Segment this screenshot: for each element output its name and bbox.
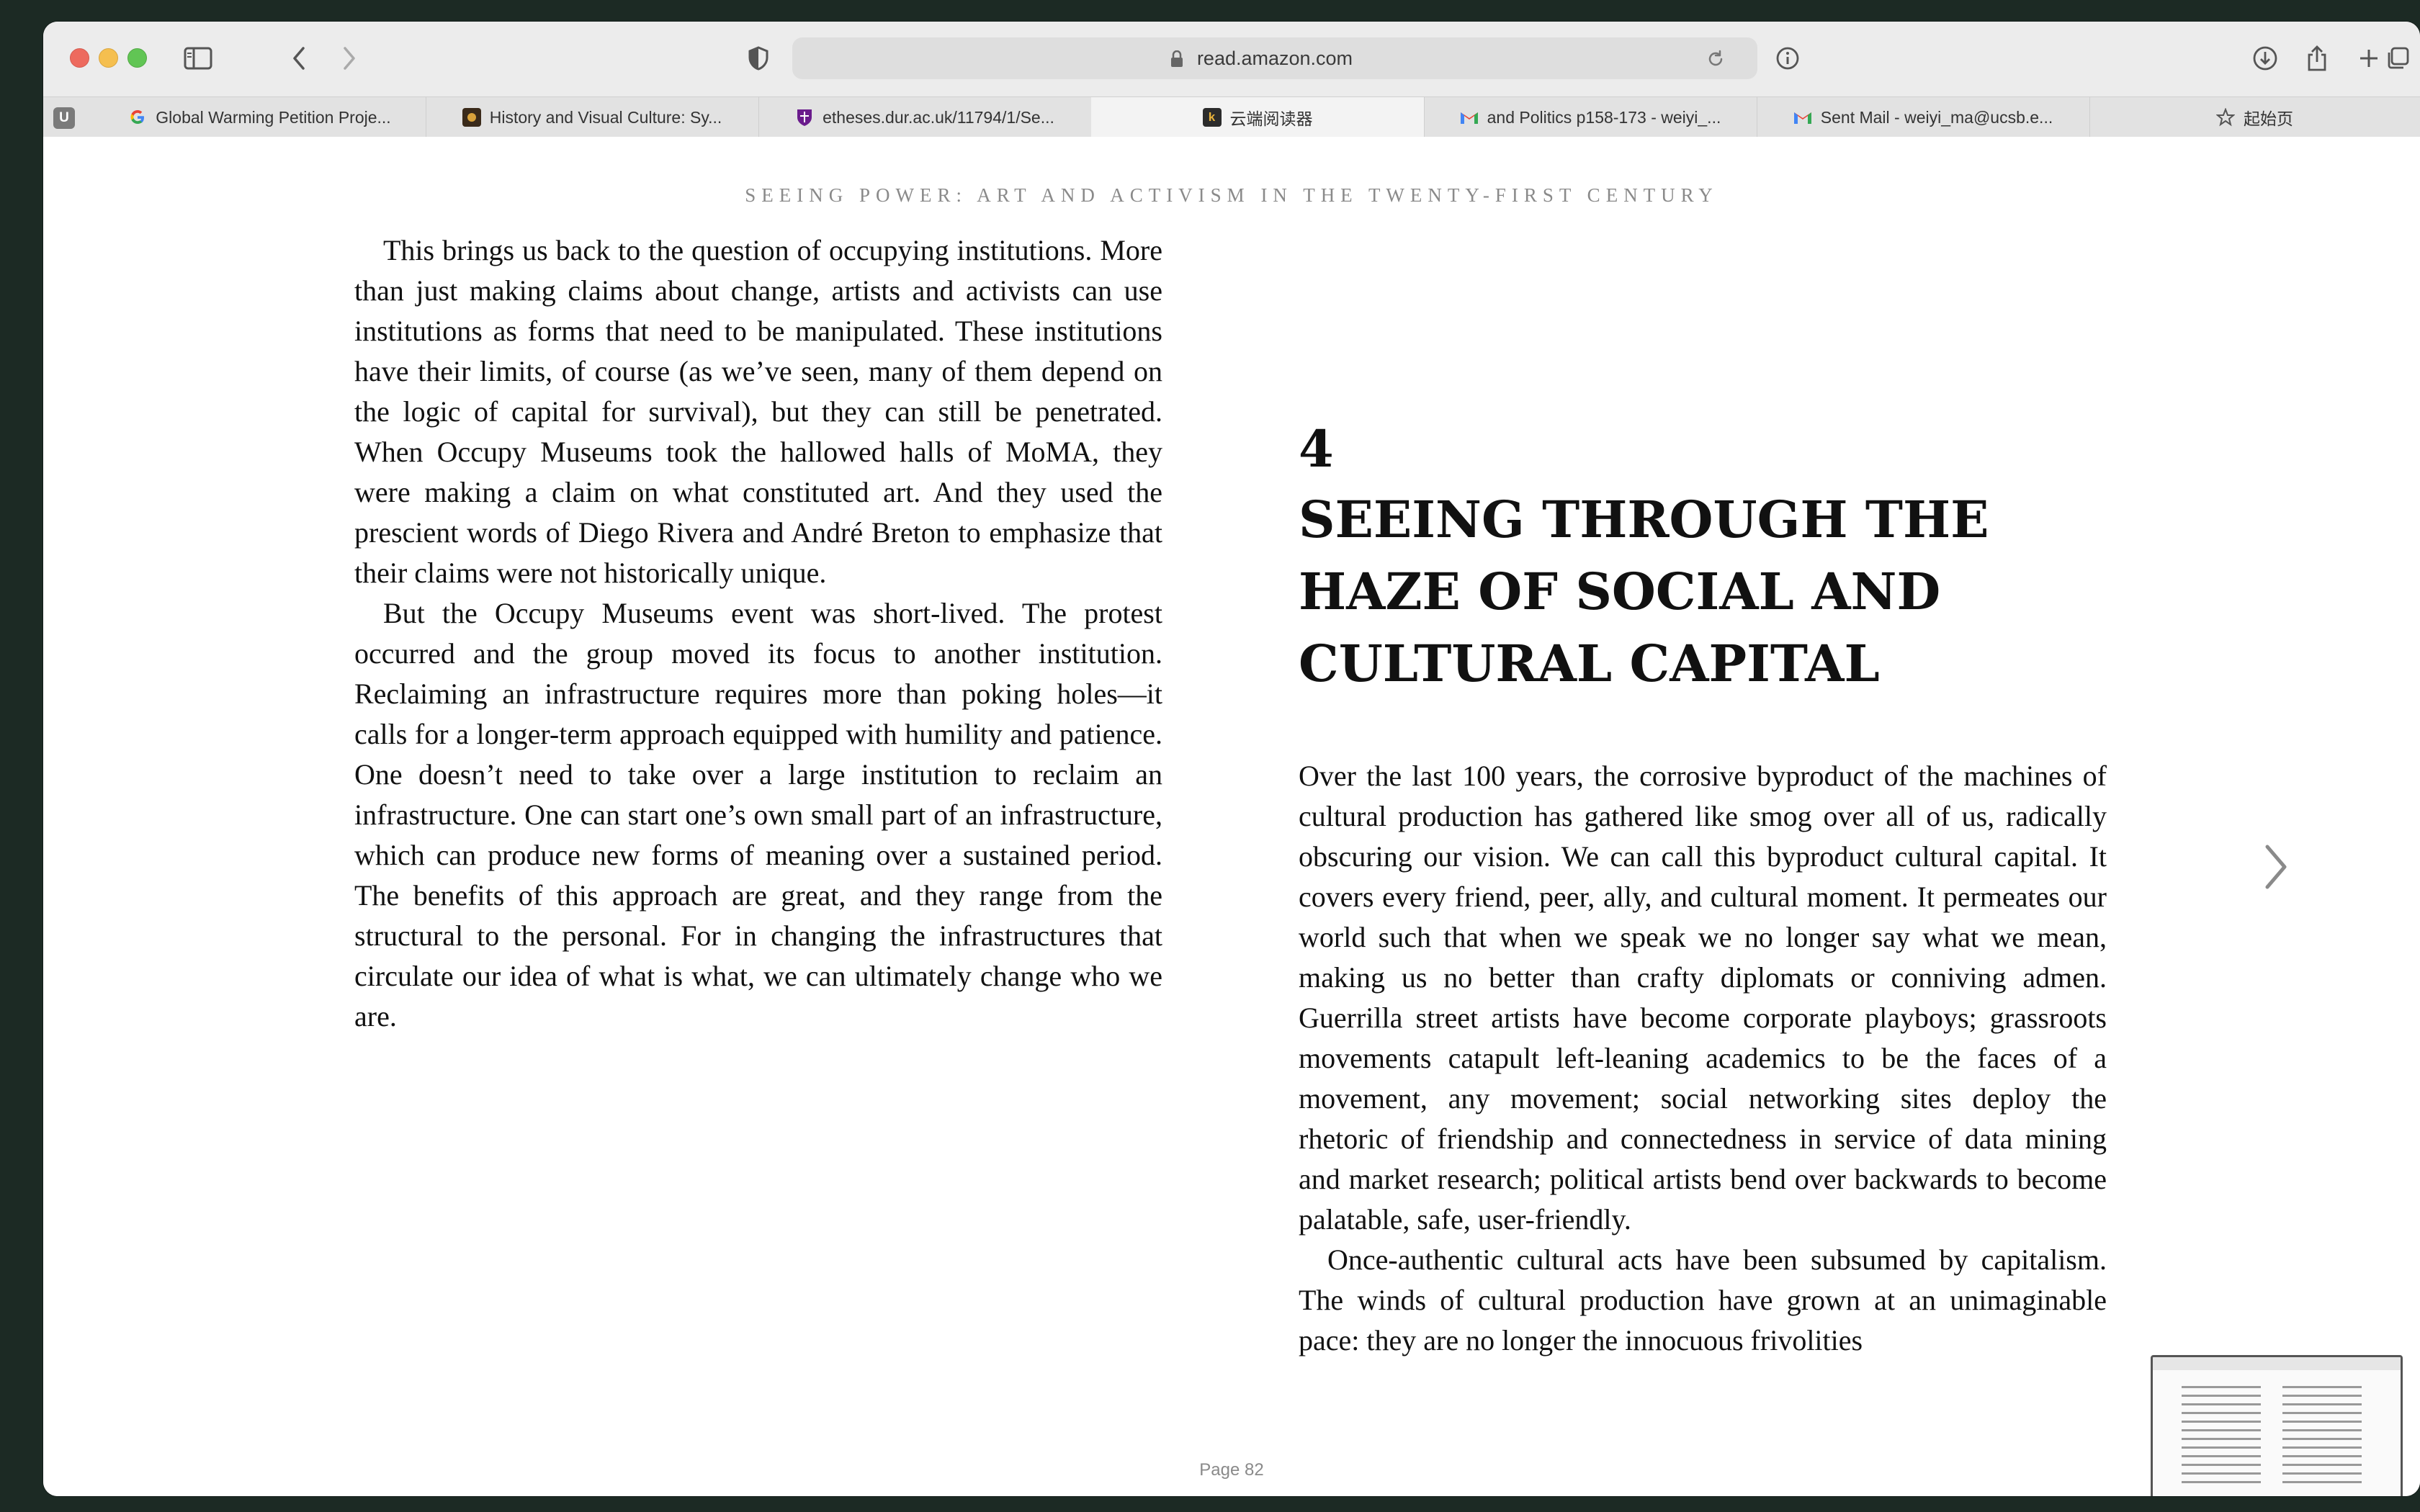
tab-etheses[interactable]: etheses.dur.ac.uk/11794/1/Se... bbox=[758, 97, 1092, 138]
back-icon[interactable] bbox=[281, 40, 317, 76]
sidebar-toggle-icon[interactable] bbox=[180, 40, 216, 76]
thumbnail-line bbox=[2282, 1481, 2362, 1483]
url-text: read.amazon.com bbox=[1196, 48, 1353, 69]
tab-overview-icon[interactable] bbox=[2380, 40, 2416, 76]
tab-global-warming[interactable]: Global Warming Petition Proje... bbox=[94, 97, 426, 138]
paragraph: But the Occupy Museums event was short-l… bbox=[354, 597, 1162, 1032]
tab-label: etheses.dur.ac.uk/11794/1/Se... bbox=[823, 107, 1054, 127]
tab-start-page[interactable]: 起始页 bbox=[2089, 97, 2420, 138]
thumbnail-line bbox=[2182, 1481, 2261, 1483]
reload-icon[interactable] bbox=[1706, 49, 1726, 73]
thumbnail-line bbox=[2182, 1455, 2261, 1457]
thumbnail-line bbox=[2282, 1403, 2362, 1405]
thumbnail-line bbox=[2282, 1472, 2362, 1475]
tab-label: and Politics p158-173 - weiyi_... bbox=[1487, 107, 1721, 127]
thumbnail-line bbox=[2282, 1455, 2362, 1457]
browser-toolbar: read.amazon.com bbox=[43, 22, 2420, 96]
pinned-tab[interactable]: U bbox=[53, 107, 75, 129]
kindle-reader: SEEING POWER: ART AND ACTIVISM IN THE TW… bbox=[43, 137, 2420, 1496]
thumbnail-line bbox=[2282, 1464, 2362, 1466]
browser-window: read.amazon.com U Global Warming Petitio… bbox=[43, 22, 2420, 1496]
gmail-icon bbox=[1793, 108, 1812, 127]
durham-crest-icon bbox=[795, 108, 814, 127]
chapter-number: 4 bbox=[1299, 419, 1334, 479]
page-indicator: Page 82 bbox=[1199, 1460, 1264, 1480]
maximize-window-button[interactable] bbox=[127, 48, 147, 68]
tab-label: History and Visual Culture: Sy... bbox=[489, 107, 722, 127]
thumbnail-line bbox=[2182, 1395, 2261, 1397]
tab-label: 起始页 bbox=[2244, 109, 2293, 128]
tab-cloud-reader[interactable]: k 云端阅读器 bbox=[1091, 97, 1425, 138]
thumbnail-line bbox=[2182, 1472, 2261, 1475]
right-page-text: Over the last 100 years, the corrosive b… bbox=[1299, 756, 2107, 1361]
screenshot-thumbnail[interactable] bbox=[2151, 1355, 2403, 1496]
privacy-shield-icon[interactable] bbox=[740, 40, 776, 76]
thumbnail-line bbox=[2182, 1429, 2261, 1431]
thumbnail-toolbar bbox=[2153, 1357, 2401, 1370]
tab-label: Global Warming Petition Proje... bbox=[156, 107, 391, 127]
chapter-title: SEEING THROUGH THE HAZE OF SOCIAL AND CU… bbox=[1299, 490, 1989, 693]
thumbnail-line bbox=[2182, 1421, 2261, 1423]
thumbnail-line bbox=[2282, 1429, 2362, 1431]
tab-label: Sent Mail - weiyi_ma@ucsb.e... bbox=[1820, 107, 2053, 127]
thumbnail-line bbox=[2182, 1403, 2261, 1405]
book-title-header: SEEING POWER: ART AND ACTIVISM IN THE TW… bbox=[745, 184, 1718, 206]
google-icon bbox=[128, 108, 147, 127]
thumbnail-line bbox=[2182, 1438, 2261, 1440]
tab-gmail-politics[interactable]: and Politics p158-173 - weiyi_... bbox=[1424, 97, 1757, 138]
tab-history-visual-culture[interactable]: History and Visual Culture: Sy... bbox=[426, 97, 759, 138]
left-page-text: This brings us back to the question of o… bbox=[354, 230, 1162, 1037]
share-icon[interactable] bbox=[2299, 40, 2335, 76]
thumbnail-line bbox=[2282, 1446, 2362, 1449]
thumbnail-line bbox=[2182, 1446, 2261, 1449]
next-page-icon[interactable] bbox=[2262, 842, 2290, 895]
thumbnail-line bbox=[2282, 1395, 2362, 1397]
thumbnail-line bbox=[2182, 1464, 2261, 1466]
close-window-button[interactable] bbox=[70, 48, 89, 68]
site-icon bbox=[462, 108, 481, 127]
kindle-icon: k bbox=[1202, 108, 1222, 127]
address-bar[interactable]: read.amazon.com bbox=[792, 37, 1757, 79]
downloads-icon[interactable] bbox=[2247, 40, 2283, 76]
tab-gmail-sent[interactable]: Sent Mail - weiyi_ma@ucsb.e... bbox=[1757, 97, 2090, 138]
info-icon[interactable] bbox=[1770, 40, 1806, 76]
thumbnail-line bbox=[2282, 1438, 2362, 1440]
thumbnail-line bbox=[2282, 1421, 2362, 1423]
thumbnail-line bbox=[2182, 1386, 2261, 1388]
paragraph: This brings us back to the question of o… bbox=[354, 234, 1162, 589]
gmail-icon bbox=[1460, 108, 1479, 127]
paragraph: Once-authentic cultural acts have been s… bbox=[1299, 1243, 2107, 1356]
tab-bar: U Global Warming Petition Proje... Histo… bbox=[43, 96, 2420, 138]
tab-label: 云端阅读器 bbox=[1229, 109, 1313, 128]
minimize-window-button[interactable] bbox=[99, 48, 118, 68]
thumbnail-line bbox=[2282, 1386, 2362, 1388]
star-icon bbox=[2216, 108, 2235, 127]
paragraph: Over the last 100 years, the corrosive b… bbox=[1299, 760, 2107, 1236]
forward-icon[interactable] bbox=[331, 40, 367, 76]
thumbnail-line bbox=[2282, 1412, 2362, 1414]
thumbnail-line bbox=[2182, 1412, 2261, 1414]
